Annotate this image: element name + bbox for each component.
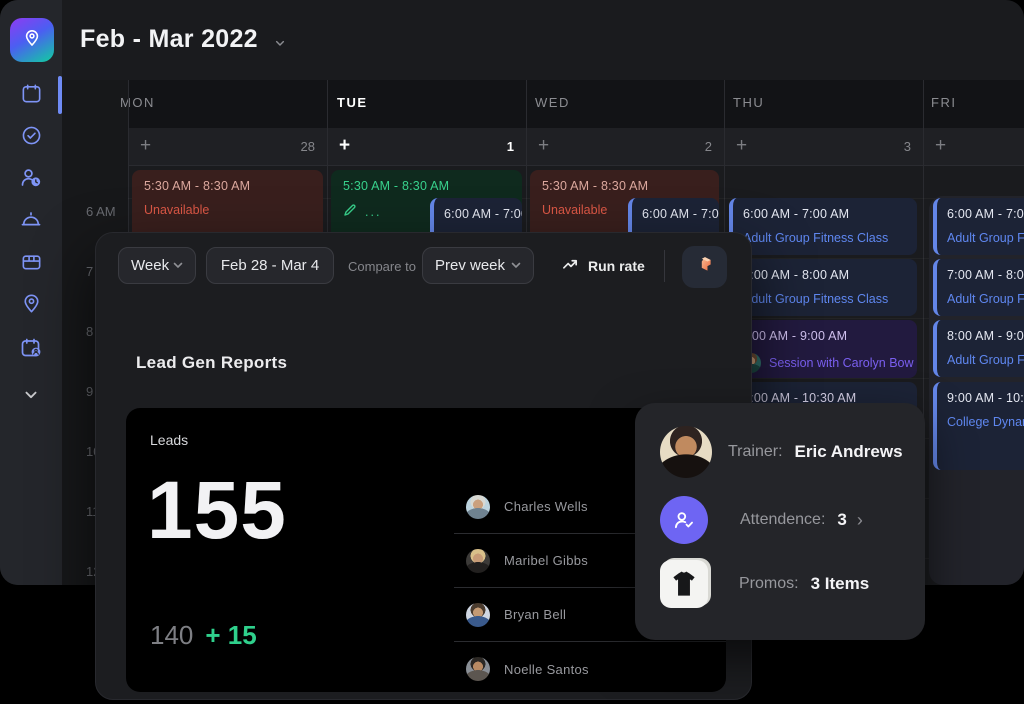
sidebar <box>0 0 62 585</box>
sidebar-item-tasks[interactable] <box>19 126 43 150</box>
avatar <box>660 426 712 478</box>
sidebar-expand-chevron[interactable] <box>19 384 43 408</box>
run-rate-toggle[interactable]: Run rate <box>562 256 645 276</box>
sidebar-item-locations[interactable] <box>19 294 43 318</box>
event-class[interactable]: 7:00 AM - 8:00 AM Adult Group Fitness Cl… <box>729 259 917 316</box>
compare-to-label: Compare to <box>348 259 416 274</box>
title-dropdown[interactable] <box>272 35 288 56</box>
day-header-tue: TUE <box>337 95 368 110</box>
event-class[interactable]: 6:00 AM - 7:00 AM Adult Group Fitness Cl… <box>933 198 1024 255</box>
event-class[interactable]: 7:00 AM - 8:00 AM Adult Group Fitness Cl… <box>933 259 1024 316</box>
leads-previous: 140 <box>150 620 193 651</box>
attendance-value: 3 <box>837 510 846 530</box>
period-dropdown[interactable]: Week <box>118 247 196 284</box>
chevron-down-icon <box>511 257 521 274</box>
chevron-right-icon: › <box>857 510 863 531</box>
add-event-button[interactable]: + <box>736 135 747 157</box>
date-number: 3 <box>871 139 911 154</box>
time-label: 9 <box>86 384 93 399</box>
screen: Feb - Mar 2022 MON TUE WED THU FRI + + +… <box>0 0 1024 704</box>
add-event-button[interactable]: + <box>935 135 946 157</box>
app-logo[interactable] <box>10 18 54 62</box>
chevron-down-icon <box>173 257 183 274</box>
user-clock-icon <box>19 166 43 195</box>
chevron-down-icon <box>20 383 42 410</box>
sidebar-item-calendar[interactable] <box>19 84 43 108</box>
date-range-picker[interactable]: Feb 28 - Mar 4 <box>206 247 334 284</box>
check-circle-icon <box>20 124 43 152</box>
attendance-label: Attendence: <box>740 511 825 529</box>
sidebar-item-clients[interactable] <box>19 168 43 192</box>
pencil-icon <box>343 203 357 220</box>
page-title: Feb - Mar 2022 <box>80 25 258 54</box>
time-label: 8 <box>86 324 93 339</box>
divider <box>664 250 665 282</box>
sidebar-item-packages[interactable] <box>19 252 43 276</box>
avatar <box>466 495 490 519</box>
date-number: 2 <box>672 139 712 154</box>
day-header-fri: FRI <box>931 95 956 110</box>
add-event-button[interactable]: + <box>140 135 151 157</box>
add-event-button[interactable]: + <box>339 135 350 157</box>
trainer-row: Trainer: Eric Andrews <box>660 426 909 478</box>
day-header-thu: THU <box>733 95 764 110</box>
sidebar-item-bookings[interactable] <box>19 338 43 362</box>
leads-delta: + 15 <box>205 620 256 651</box>
compare-dropdown[interactable]: Prev week <box>422 247 534 284</box>
date-number: 1 <box>474 139 514 154</box>
trainer-label: Trainer: <box>728 443 783 461</box>
avatar <box>466 657 490 681</box>
avatar <box>466 603 490 627</box>
location-pin-icon <box>22 28 42 53</box>
calendar-icon <box>20 82 43 110</box>
promos-label: Promos: <box>739 575 799 593</box>
time-label: 7 <box>86 264 93 279</box>
event-class[interactable]: 9:00 AM - 10:30 AM College Dynamics <box>933 382 1024 470</box>
day-header-wed: WED <box>535 95 570 110</box>
add-event-button[interactable]: + <box>538 135 549 157</box>
time-label: 6 AM <box>86 204 116 219</box>
avatar <box>466 549 490 573</box>
integration-button[interactable] <box>682 246 727 288</box>
tshirt-promo-icon <box>660 560 708 608</box>
leads-value: 155 <box>147 464 287 558</box>
user-check-icon <box>660 496 708 544</box>
package-icon <box>20 250 43 278</box>
service-bell-icon <box>19 208 43 237</box>
event-class[interactable]: 6:00 AM - 7:00 AM Adult Group Fitness Cl… <box>729 198 917 255</box>
event-class[interactable]: 8:00 AM - 9:00 AM Adult Group Fitness Cl… <box>933 320 1024 377</box>
leads-label: Leads <box>150 432 188 448</box>
trending-up-icon <box>562 256 579 276</box>
promos-value: 3 Items <box>811 574 870 594</box>
list-item[interactable]: Noelle Santos <box>454 642 726 696</box>
panel-title: Lead Gen Reports <box>136 353 287 373</box>
date-number: 28 <box>275 139 315 154</box>
trainer-name: Eric Andrews <box>795 442 903 462</box>
event-session[interactable]: 8:00 AM - 9:00 AM Session with Carolyn B… <box>729 320 917 378</box>
sidebar-item-services[interactable] <box>19 210 43 234</box>
calendar-user-icon <box>19 336 43 365</box>
attendance-row[interactable]: Attendence: 3 › <box>660 496 909 544</box>
promos-row[interactable]: Promos: 3 Items <box>660 560 909 608</box>
day-header-mon: MON <box>120 95 155 110</box>
session-details-card: Trainer: Eric Andrews Attendence: 3 › Pr… <box>635 403 925 640</box>
power-bi-icon <box>694 254 715 280</box>
leads-comparison: 140 + 15 <box>150 620 257 651</box>
map-pin-icon <box>20 292 43 320</box>
